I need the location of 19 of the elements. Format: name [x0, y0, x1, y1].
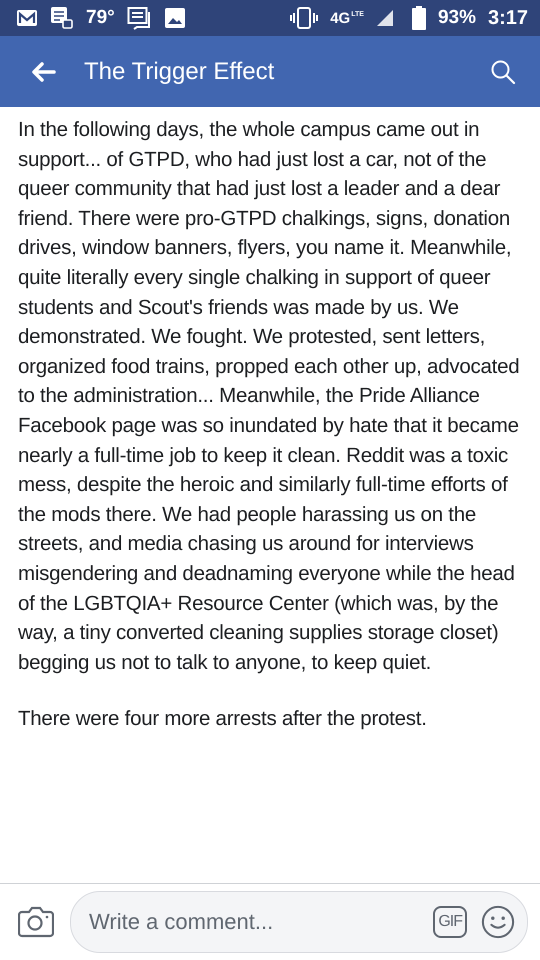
camera-icon[interactable] [18, 906, 54, 938]
image-icon [164, 8, 185, 28]
search-icon[interactable] [490, 58, 516, 84]
paragraph: In the following days, the whole campus came out in support... of GTPD, who had just lost a car, not of the queer community that had just lost a leader and a dear friend. There were pro-GTPD chalkings, signs, donation drives, window banners, flyers, you name it. Meanwhile, quite literally every single chalking in support of queer students and Scout's friends was made by us. We demonstrated. We fought. We protested, sent letters, organized food trains, propped each other up, advocated to the administration... Meanwhile, the Pride Alliance Facebook page was so inundated by hate that it became nearly a full-time job to keep it clean. Reddit was a toxic mess, despite the heroic and similarly full-time efforts of the mods there. We had people harassing us on the streets, and media chasing us around for interviews misgendering and deadnaming everyone while the head of the LGBTQIA+ Resource Center (which was, by the way, a tiny converted cleaning supplies storage closet) begging us not to talk to anyone, to keep quiet. [18, 117, 520, 676]
battery-icon [412, 6, 426, 30]
chat-icon [126, 6, 153, 30]
vibrate-icon [290, 7, 318, 29]
comment-field[interactable]: Write a comment... GIF [70, 891, 528, 953]
signal-icon [376, 9, 394, 27]
temperature: 79° [86, 7, 115, 29]
page-title: The Trigger Effect [84, 58, 274, 86]
battery-percent: 93% [438, 7, 476, 29]
gif-button[interactable]: GIF [433, 906, 467, 938]
notes-icon [50, 6, 74, 30]
mail-icon [16, 9, 38, 27]
clock: 3:17 [488, 6, 528, 30]
smiley-icon[interactable] [481, 905, 515, 939]
paragraph: There were four more arrests after the protest. [18, 706, 428, 732]
back-arrow-icon[interactable] [30, 60, 56, 82]
